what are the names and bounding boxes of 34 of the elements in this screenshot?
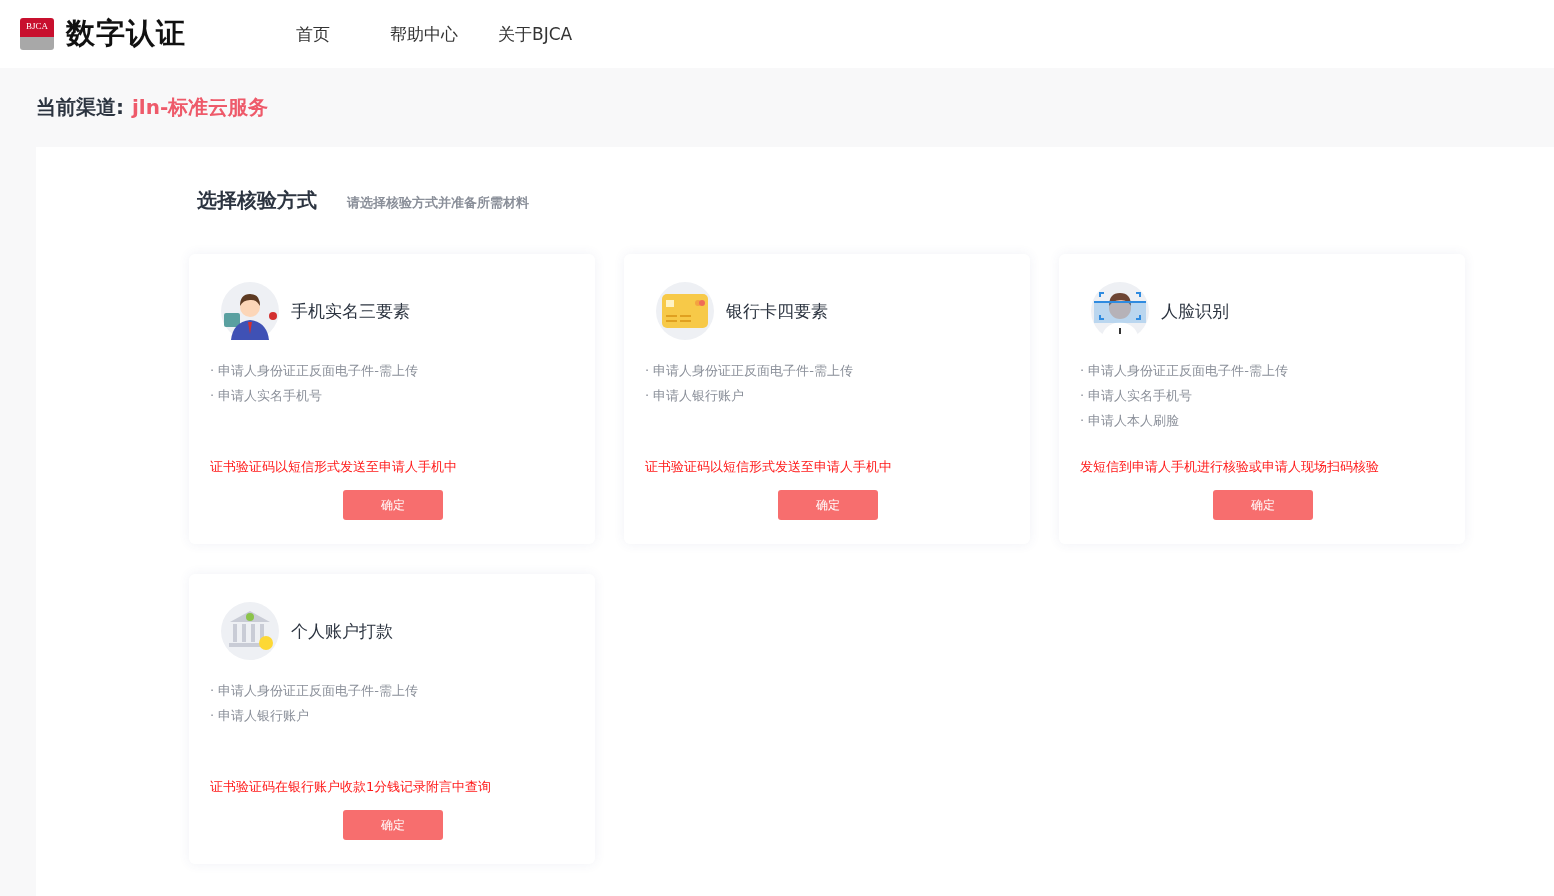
- confirm-button[interactable]: 确定: [342, 490, 443, 520]
- card-title: 人脸识别: [1161, 299, 1229, 323]
- confirm-button[interactable]: 确定: [342, 810, 443, 840]
- channel-name: jln-标准云服务: [132, 94, 269, 121]
- requirement-text: · 申请人身份证正反面电子件-需上传: [1080, 362, 1289, 380]
- requirement-text: · 申请人实名手机号: [1080, 387, 1194, 405]
- card-title: 个人账户打款: [291, 619, 393, 643]
- logo-text: 数字认证: [66, 15, 186, 52]
- face-scan-icon: [1091, 282, 1149, 340]
- notice-text: 证书验证码在银行账户收款1分钱记录附言中查询: [210, 778, 493, 796]
- person-icon: [221, 282, 279, 340]
- nav-link[interactable]: 首页: [276, 22, 350, 46]
- notice-text: 证书验证码以短信形式发送至申请人手机中: [645, 458, 893, 476]
- notice-text: 发短信到申请人手机进行核验或申请人现场扫码核验: [1080, 458, 1380, 476]
- notice-text: 证书验证码以短信形式发送至申请人手机中: [210, 458, 458, 476]
- requirement-text: · 申请人银行账户: [210, 707, 311, 725]
- channel-label: 当前渠道:: [36, 94, 124, 121]
- bank-card-icon: [656, 282, 714, 340]
- section-subtitle: 请选择核验方式并准备所需材料: [347, 194, 529, 212]
- card-title: 手机实名三要素: [291, 299, 410, 323]
- confirm-button[interactable]: 确定: [777, 490, 878, 520]
- section-title: 选择核验方式: [197, 187, 317, 214]
- requirement-text: · 申请人身份证正反面电子件-需上传: [210, 682, 419, 700]
- requirement-text: · 申请人身份证正反面电子件-需上传: [645, 362, 854, 380]
- requirement-text: · 申请人银行账户: [645, 387, 746, 405]
- requirement-text: · 申请人本人刷脸: [1080, 412, 1181, 430]
- confirm-button[interactable]: 确定: [1212, 490, 1313, 520]
- nav-link[interactable]: 帮助中心: [370, 22, 478, 46]
- logo-badge: BJCA: [20, 18, 54, 50]
- card-title: 银行卡四要素: [726, 299, 828, 323]
- bank-building-icon: [221, 602, 279, 660]
- requirement-text: · 申请人身份证正反面电子件-需上传: [210, 362, 419, 380]
- nav-link[interactable]: 关于BJCA: [478, 22, 593, 46]
- requirement-text: · 申请人实名手机号: [210, 387, 324, 405]
